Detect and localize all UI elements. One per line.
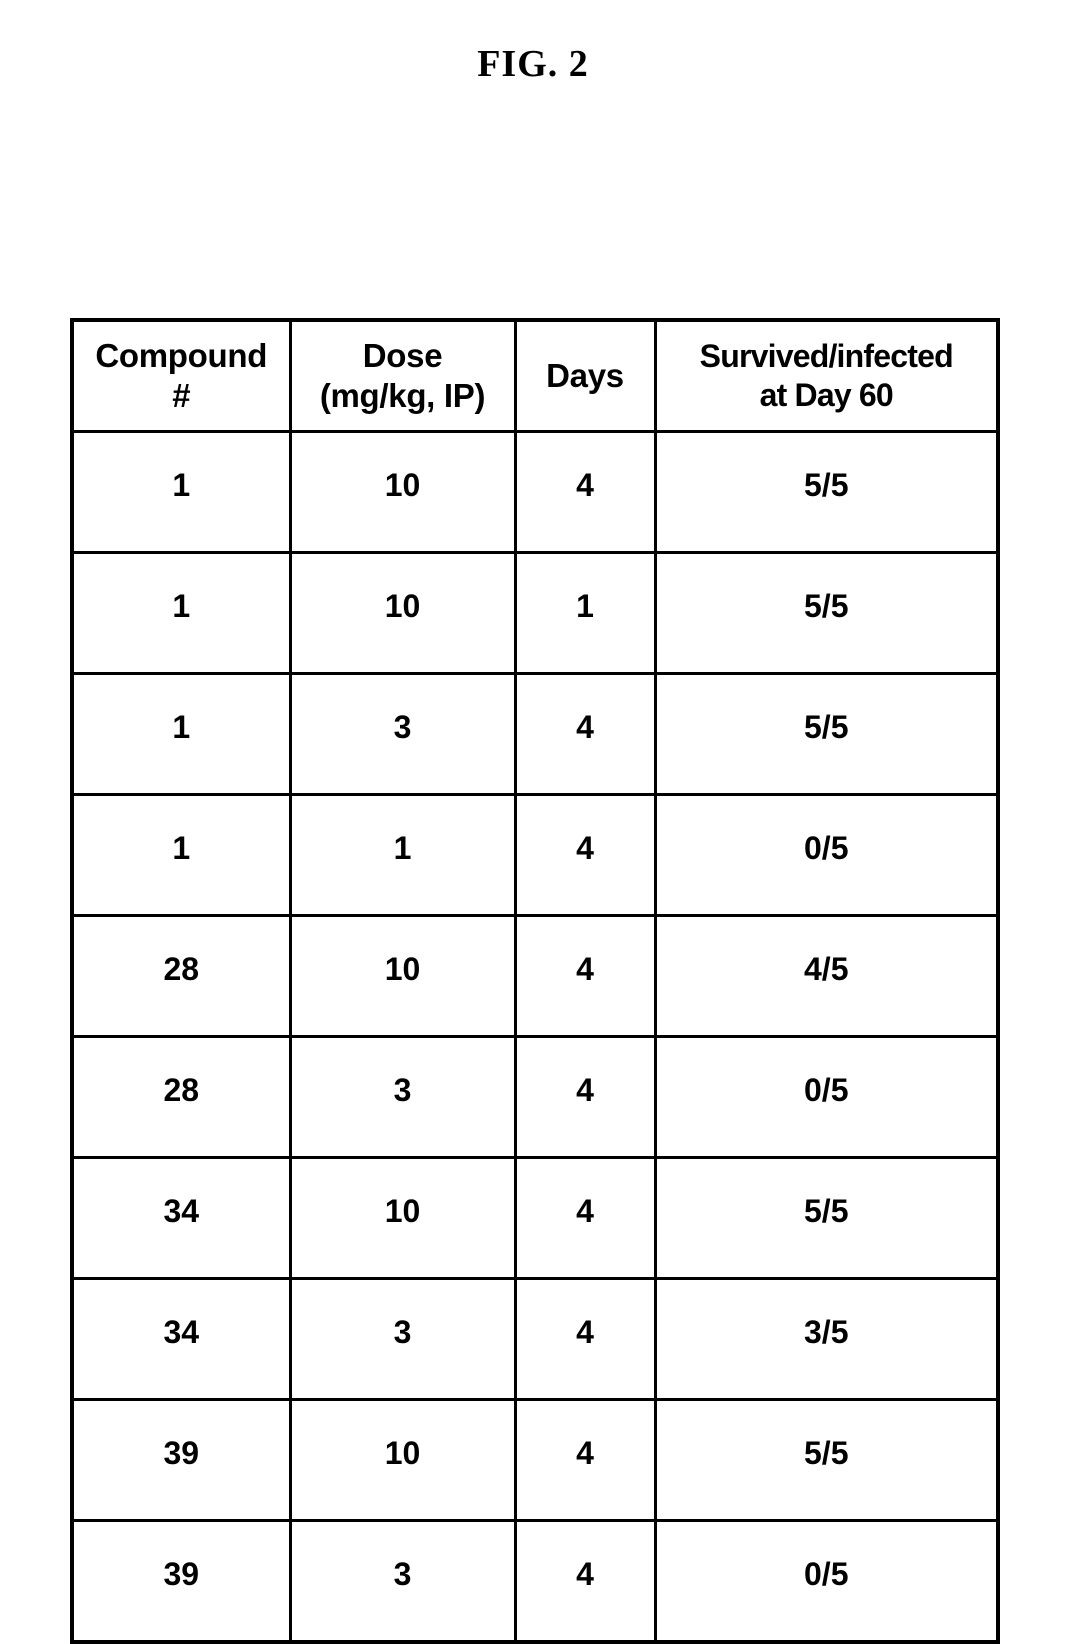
table-row: 34 3 4 3/5 [70,1277,1000,1401]
table-cell-compound: 39 [70,1398,292,1522]
table-cell-days: 4 [513,430,657,554]
table-cell-dose: 1 [288,793,517,917]
table-cell-compound: 1 [70,551,292,675]
table-header: Compound # Dose (mg/kg, IP) Days Survive… [70,318,1000,433]
table-cell-survived: 3/5 [653,1277,1000,1401]
table-cell-dose: 10 [288,1156,517,1280]
table-cell-days: 4 [513,793,657,917]
column-header-dose-line-2: (mg/kg, IP) [319,377,486,414]
results-table-container: Compound # Dose (mg/kg, IP) Days Survive… [70,318,1000,1644]
table-row: 28 10 4 4/5 [70,914,1000,1038]
table-cell-compound: 1 [70,793,292,917]
table-cell-dose: 10 [288,914,517,1038]
table-cell-dose: 3 [288,1277,517,1401]
column-header-days: Days [513,318,657,433]
table-cell-survived: 0/5 [653,1519,1000,1644]
table-cell-dose: 3 [288,1035,517,1159]
column-header-survived-line-2: at Day 60 [759,377,894,413]
column-header-dose: Dose (mg/kg, IP) [288,318,517,433]
table-cell-survived: 0/5 [653,1035,1000,1159]
table-cell-dose: 3 [288,672,517,796]
table-cell-survived: 4/5 [653,914,1000,1038]
table-row: 1 1 4 0/5 [70,793,1000,917]
table-row: 39 3 4 0/5 [70,1519,1000,1644]
table-cell-survived: 0/5 [653,793,1000,917]
column-header-compound: Compound # [70,318,292,433]
table-row: 28 3 4 0/5 [70,1035,1000,1159]
column-header-compound-line-1: Compound [95,336,268,374]
column-header-dose-line-1: Dose [362,336,443,374]
table-cell-days: 4 [513,1156,657,1280]
table-cell-days: 4 [513,1398,657,1522]
table-cell-compound: 34 [70,1156,292,1280]
table-cell-dose: 10 [288,430,517,554]
table-cell-days: 4 [513,1277,657,1401]
table-cell-compound: 28 [70,914,292,1038]
table-cell-dose: 3 [288,1519,517,1644]
table-cell-days: 4 [513,914,657,1038]
table-cell-survived: 5/5 [653,551,1000,675]
table-cell-survived: 5/5 [653,430,1000,554]
table-cell-survived: 5/5 [653,1156,1000,1280]
table-cell-survived: 5/5 [653,1398,1000,1522]
table-row: 39 10 4 5/5 [70,1398,1000,1522]
column-header-survived: Survived/infected at Day 60 [653,318,1000,433]
table-cell-compound: 1 [70,672,292,796]
table-body: 1 10 4 5/5 1 10 1 5/5 1 3 4 5/5 1 1 4 0/5 28 10 4 4/5 28 3 4 0/… [70,430,1000,1644]
table-cell-compound: 39 [70,1519,292,1644]
results-table: Compound # Dose (mg/kg, IP) Days Survive… [70,318,1000,1644]
table-cell-dose: 10 [288,1398,517,1522]
column-header-survived-line-1: Survived/infected [699,337,954,374]
table-header-row: Compound # Dose (mg/kg, IP) Days Survive… [70,318,1000,433]
table-cell-survived: 5/5 [653,672,1000,796]
figure-page: { "figure": { "title": "FIG. 2" }, "tabl… [0,0,1066,1644]
table-row: 1 3 4 5/5 [70,672,1000,796]
table-row: 34 10 4 5/5 [70,1156,1000,1280]
column-header-days-line-1: Days [546,356,624,394]
table-cell-days: 4 [513,1035,657,1159]
table-row: 1 10 1 5/5 [70,551,1000,675]
table-cell-days: 4 [513,1519,657,1644]
figure-title: FIG. 2 [477,43,589,85]
table-cell-days: 4 [513,672,657,796]
column-header-compound-line-2: # [172,377,191,414]
table-cell-compound: 1 [70,430,292,554]
table-row: 1 10 4 5/5 [70,430,1000,554]
table-cell-compound: 34 [70,1277,292,1401]
table-cell-dose: 10 [288,551,517,675]
table-cell-compound: 28 [70,1035,292,1159]
table-cell-days: 1 [513,551,657,675]
